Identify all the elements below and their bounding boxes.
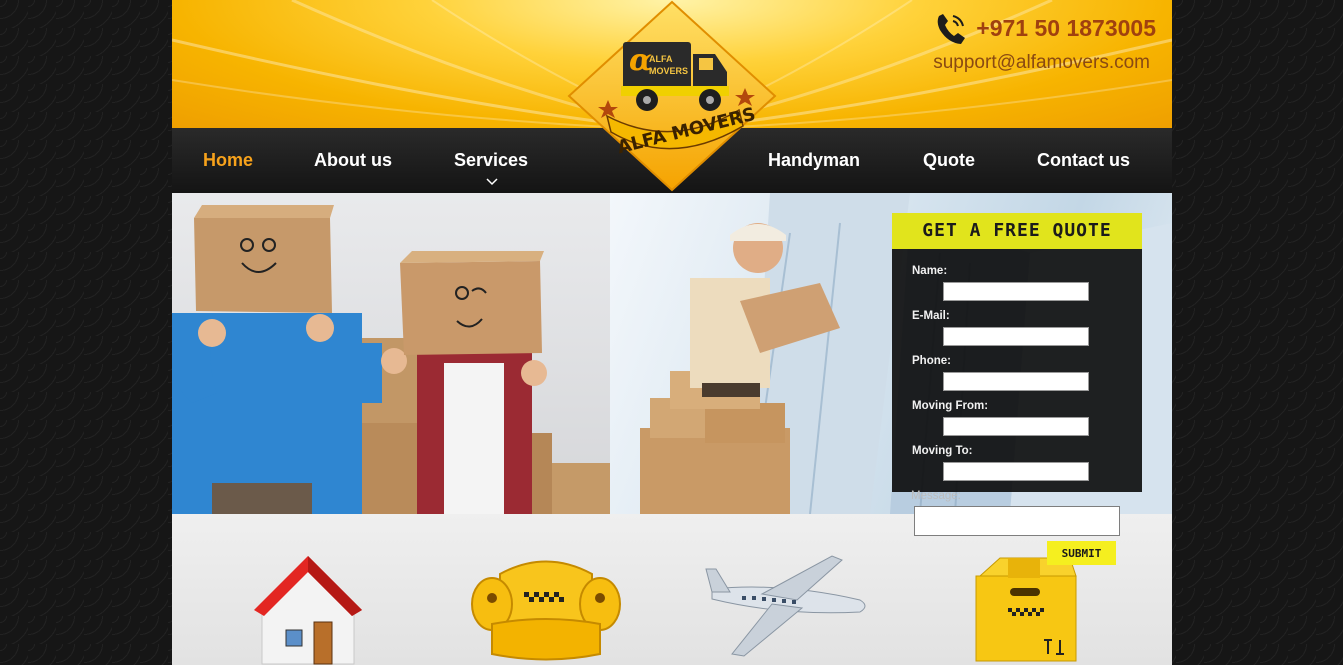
moving-to-field[interactable]: [943, 462, 1089, 481]
nav-handyman[interactable]: Handyman: [768, 150, 860, 171]
couple-boxes-illustration: [172, 205, 610, 514]
support-email[interactable]: support@alfamovers.com: [933, 52, 1150, 74]
phone-icon: [937, 14, 966, 44]
nav-about-us[interactable]: About us: [314, 150, 392, 171]
name-label: Name:: [912, 265, 948, 277]
services-strip: [172, 514, 1172, 665]
cardboard-box-icon[interactable]: [972, 554, 1082, 665]
moving-from-label: Moving From:: [912, 400, 989, 412]
logo-badge-top: ALFA: [649, 54, 673, 64]
submit-button[interactable]: SUBMIT: [1047, 541, 1116, 565]
alfa-movers-logo[interactable]: α ALFA MOVERS ALFA MOVERS: [567, 0, 777, 192]
moving-from-field[interactable]: [943, 417, 1089, 436]
phone-field[interactable]: [943, 372, 1089, 391]
phone-label: Phone:: [912, 355, 951, 367]
site-wrapper: +971 50 1873005 support@alfamovers.com H…: [172, 0, 1172, 665]
logo-badge-bottom: MOVERS: [649, 66, 688, 76]
moving-to-label: Moving To:: [912, 445, 973, 457]
quote-form: GET A FREE QUOTE Name: E-Mail: Phone: Mo…: [892, 213, 1142, 492]
message-field[interactable]: [914, 506, 1120, 536]
nav-contact-us[interactable]: Contact us: [1037, 150, 1130, 171]
name-field[interactable]: [943, 282, 1089, 301]
airplane-icon[interactable]: [702, 554, 872, 659]
hero-image-couple-boxes: [172, 193, 610, 514]
chevron-down-icon: [486, 178, 498, 186]
contact-phone[interactable]: +971 50 1873005: [934, 10, 1156, 46]
nav-home[interactable]: Home: [203, 150, 253, 171]
message-label: Message:: [911, 490, 961, 502]
nav-services[interactable]: Services: [454, 150, 529, 186]
armchair-icon[interactable]: [470, 554, 622, 665]
quote-form-title: GET A FREE QUOTE: [892, 213, 1142, 249]
phone-number: +971 50 1873005: [976, 14, 1156, 41]
house-icon[interactable]: [250, 552, 365, 665]
nav-quote[interactable]: Quote: [923, 150, 975, 171]
email-field[interactable]: [943, 327, 1089, 346]
nav-services-label: Services: [454, 150, 529, 170]
email-label: E-Mail:: [912, 310, 950, 322]
